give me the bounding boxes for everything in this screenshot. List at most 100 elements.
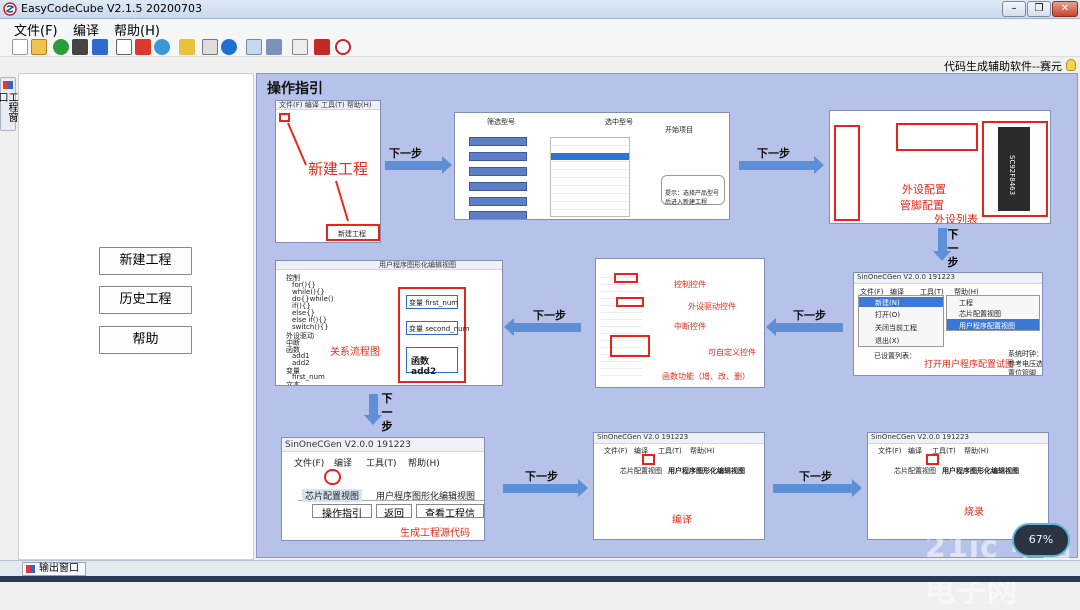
list-row [469, 211, 527, 219]
menu-help[interactable]: 帮助(H) [114, 20, 160, 39]
shot7-tabs: 芯片配置视图 用户程序图形化编辑视图 [298, 488, 484, 502]
guide-shot-flowchart: 用户程序图形化编辑视图 控制 for(){} while(){} do{}whi… [275, 260, 503, 386]
selected-label: 选中型号 [605, 118, 633, 126]
shot8-tab-chip: 芯片配置视图 [620, 467, 662, 475]
list-row [469, 197, 527, 206]
maximize-button[interactable]: ❐ [1027, 1, 1051, 17]
help-icon[interactable] [221, 39, 237, 55]
annotation-arrows [287, 122, 349, 222]
chart-icon[interactable] [179, 39, 195, 55]
compile-highlight [642, 454, 655, 465]
burn-annotation: 烧录 [964, 507, 984, 518]
shot7-tab-chip: 芯片配置视图 [302, 489, 363, 502]
taskbar [0, 576, 1080, 582]
pdf-icon[interactable] [135, 39, 151, 55]
control-tree [600, 271, 642, 381]
guide-shot-generate: SinOneCGen V2.0.0 191223 文件(F) 编译 工具(T) … [281, 437, 485, 541]
bulb-icon[interactable] [1066, 59, 1076, 71]
soc-logo-icon[interactable] [335, 39, 351, 55]
window-icon [3, 81, 13, 89]
selected-row [551, 153, 629, 160]
tree-item: switch(){} [292, 323, 329, 331]
shot7-titlebar: SinOneCGen V2.0.0 191223 [282, 438, 484, 452]
globe-icon[interactable] [154, 39, 170, 55]
interrupt-annotation: 中断控件 [674, 322, 706, 331]
shot8-title: SinOneCGen V2.0 191223 [597, 433, 689, 441]
shot7-title: SinOneCGen V2.0.0 191223 [285, 440, 411, 450]
new-project-highlight: 新建工程 [326, 224, 380, 241]
output-window-label: 输出窗口 [39, 563, 79, 574]
guide-shot-compile: SinOneCGen V2.0 191223 文件(F) 编译 工具(T) 帮助… [593, 432, 765, 540]
start-label: 开始项目 [665, 126, 693, 134]
next-step-label: 下一步 [799, 470, 832, 483]
compile-annotation: 编译 [672, 515, 692, 526]
shot8-menu-tools: 工具(T) [658, 447, 682, 455]
21ic-icon[interactable] [314, 39, 330, 55]
shot9-tab-chip: 芯片配置视图 [894, 467, 936, 475]
chip-table [550, 137, 630, 217]
new-file-icon[interactable] [12, 39, 28, 55]
shot4-titlebar: SinOneCGen V2.0.0 191223 [854, 273, 1042, 284]
menu-file[interactable]: 文件(F) [14, 20, 58, 39]
guide-shot-controls: 控制控件 外设驱动控件 中断控件 可自定义控件 函数功能（增、改、删） [595, 258, 765, 388]
user-icon[interactable] [202, 39, 218, 55]
start-pane: 新建工程 历史工程 帮助 [18, 73, 254, 560]
operation-guide-panel: 操作指引 文件(F) 编译 工具(T) 帮助(H) 新建工程 新建工程 下一步 … [256, 73, 1078, 558]
build-icon[interactable] [72, 39, 88, 55]
generate-highlight [324, 469, 341, 485]
menu-open: 打开(O) [875, 311, 900, 319]
shot9-title: SinOneCGen V2.0.0 191223 [871, 433, 969, 441]
control-box [614, 273, 638, 283]
flow-node-label: 变量 second_num [409, 325, 470, 333]
flowchart-box: 变量 first_num 变量 second_num 函数 add2 [398, 287, 469, 383]
next-step-label: 下一步 [533, 309, 566, 322]
settings-icon[interactable] [246, 39, 262, 55]
guide-title: 操作指引 [267, 81, 323, 97]
shot7-menu-help: 帮助(H) [408, 459, 440, 469]
help-button[interactable]: 帮助 [99, 326, 192, 354]
chip-diagram: SC92F8463 [998, 127, 1030, 211]
generate-icon[interactable] [53, 39, 69, 55]
chip-name: SC92F8463 [1008, 155, 1016, 196]
submenu-chip: 芯片配置视图 [959, 310, 1001, 318]
menu-bar: 文件(F) 编译 帮助(H) [0, 19, 1080, 39]
output-window-tab[interactable]: 输出窗口 [22, 562, 86, 576]
shot9-tab-user: 用户程序图形化编辑视图 [942, 467, 1019, 475]
next-arrow [504, 318, 581, 336]
shot9-menu-compile: 编译 [908, 447, 922, 455]
download-icon[interactable] [92, 39, 108, 55]
pin-label: 置位管脚 [1008, 369, 1036, 376]
menu-compile[interactable]: 编译 [73, 20, 99, 39]
flow-node-label: 函数 add2 [411, 357, 437, 377]
custom-box [610, 335, 650, 357]
shot9-menu-help: 帮助(H) [964, 447, 989, 455]
tools-icon[interactable] [266, 39, 282, 55]
minimize-button[interactable]: – [1002, 1, 1026, 17]
shot7-menu-file: 文件(F) [294, 459, 325, 469]
menu-close: 关闭当前工程 [875, 324, 917, 332]
config-icon[interactable] [292, 39, 308, 55]
new-project-button[interactable]: 新建工程 [99, 247, 192, 275]
back-button: 返回 [376, 504, 412, 520]
menu-highlight [859, 297, 943, 307]
shot7-tab-user: 用户程序图形化编辑视图 [376, 492, 476, 502]
next-arrow [385, 156, 452, 174]
info-strip: 代码生成辅助软件--赛元 [0, 57, 1080, 73]
history-project-button[interactable]: 历史工程 [99, 286, 192, 314]
menu-new: 新建(N) [875, 299, 900, 307]
export-icon[interactable] [116, 39, 132, 55]
close-button[interactable]: ✕ [1052, 1, 1078, 17]
generate-annotation: 生成工程源代码 [400, 528, 470, 539]
sys-clock-label: 系统时钟： [1008, 350, 1043, 358]
flowchart-annotation: 关系流程图 [330, 347, 380, 358]
project-window-tab[interactable]: 工程窗口 [0, 77, 17, 131]
control-annotation: 控制控件 [674, 280, 706, 289]
flow-node: 变量 second_num [406, 321, 469, 335]
menu-exit: 退出(X) [875, 337, 900, 345]
flow-node: 函数 add2 [406, 347, 458, 377]
project-window-label: 工程窗口 [0, 92, 17, 122]
peripheral-config-box [896, 123, 978, 151]
open-folder-icon[interactable] [31, 39, 47, 55]
shot6-tab: 用户程序图形化编辑视图 [379, 261, 456, 269]
title-bar: EasyCodeCube V2.1.5 20200703 – ❐ ✕ [0, 0, 1080, 19]
